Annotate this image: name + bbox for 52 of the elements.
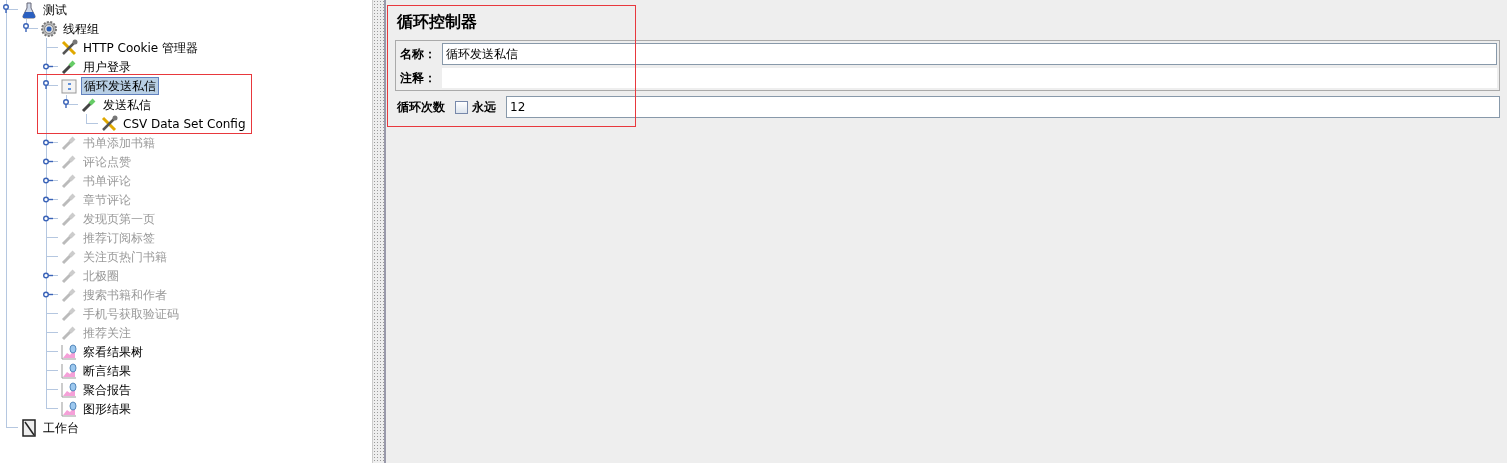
tree-lines xyxy=(6,247,59,266)
tree-lines xyxy=(6,304,59,323)
tree-item[interactable]: 发送私信 xyxy=(101,96,153,113)
flask-icon xyxy=(20,0,38,19)
expanded-handle-icon[interactable] xyxy=(63,99,69,109)
tree-item[interactable]: 循环发送私信 xyxy=(81,76,159,95)
tree-lines xyxy=(6,266,59,285)
tree-lines xyxy=(6,361,59,380)
gear-icon xyxy=(40,19,58,38)
clipboard-icon xyxy=(20,418,38,437)
tree-item[interactable]: 图形结果 xyxy=(81,400,133,417)
tree-item[interactable]: 察看结果树 xyxy=(81,343,145,360)
loop-count-field[interactable]: 12 xyxy=(506,96,1500,118)
tree-lines xyxy=(6,323,59,342)
forever-checkbox[interactable] xyxy=(455,100,468,114)
expanded-handle-icon[interactable] xyxy=(3,4,9,14)
chart-icon xyxy=(60,399,78,418)
tree-lines xyxy=(6,209,59,228)
expanded-handle-icon[interactable] xyxy=(43,80,49,90)
tree-lines xyxy=(6,342,59,361)
expanded-handle-icon[interactable] xyxy=(23,23,29,33)
tree-item[interactable]: 聚合报告 xyxy=(81,381,133,398)
comment-field[interactable] xyxy=(442,68,1497,88)
loop-controller-icon xyxy=(60,76,78,95)
tree-item[interactable]: HTTP Cookie 管理器 xyxy=(81,39,201,56)
tree-lines xyxy=(6,380,59,399)
tree-item[interactable]: 断言结果 xyxy=(81,362,133,379)
loop-count-label: 循环次数 xyxy=(396,99,445,116)
tree-item[interactable]: 测试 xyxy=(41,1,69,18)
tree-lines xyxy=(6,285,59,304)
wrench-screwdriver-icon xyxy=(60,38,78,57)
tree-item[interactable]: 工作台 xyxy=(41,419,81,436)
chart-icon xyxy=(60,361,78,380)
name-field[interactable]: 循环发送私信 xyxy=(442,43,1497,65)
tree-item[interactable]: 用户登录 xyxy=(81,58,133,75)
collapsed-handle-icon[interactable] xyxy=(43,63,54,70)
tree-lines xyxy=(6,190,59,209)
tree-lines xyxy=(6,57,59,76)
checkbox-label: 永远 xyxy=(472,99,496,116)
splitter-handle[interactable] xyxy=(372,0,386,463)
field-label: 注释： xyxy=(399,70,437,87)
tree-item[interactable]: 线程组 xyxy=(61,20,101,37)
chart-icon xyxy=(60,380,78,399)
panel-title: 循环控制器 xyxy=(397,11,478,33)
wrench-screwdriver-icon xyxy=(100,114,118,133)
tree-lines xyxy=(6,171,59,190)
tree-lines xyxy=(6,228,59,247)
tree-lines xyxy=(6,152,59,171)
tree-item[interactable]: CSV Data Set Config xyxy=(121,115,248,132)
field-label: 名称： xyxy=(399,46,437,63)
tree-lines xyxy=(6,76,59,95)
chart-icon xyxy=(60,342,78,361)
